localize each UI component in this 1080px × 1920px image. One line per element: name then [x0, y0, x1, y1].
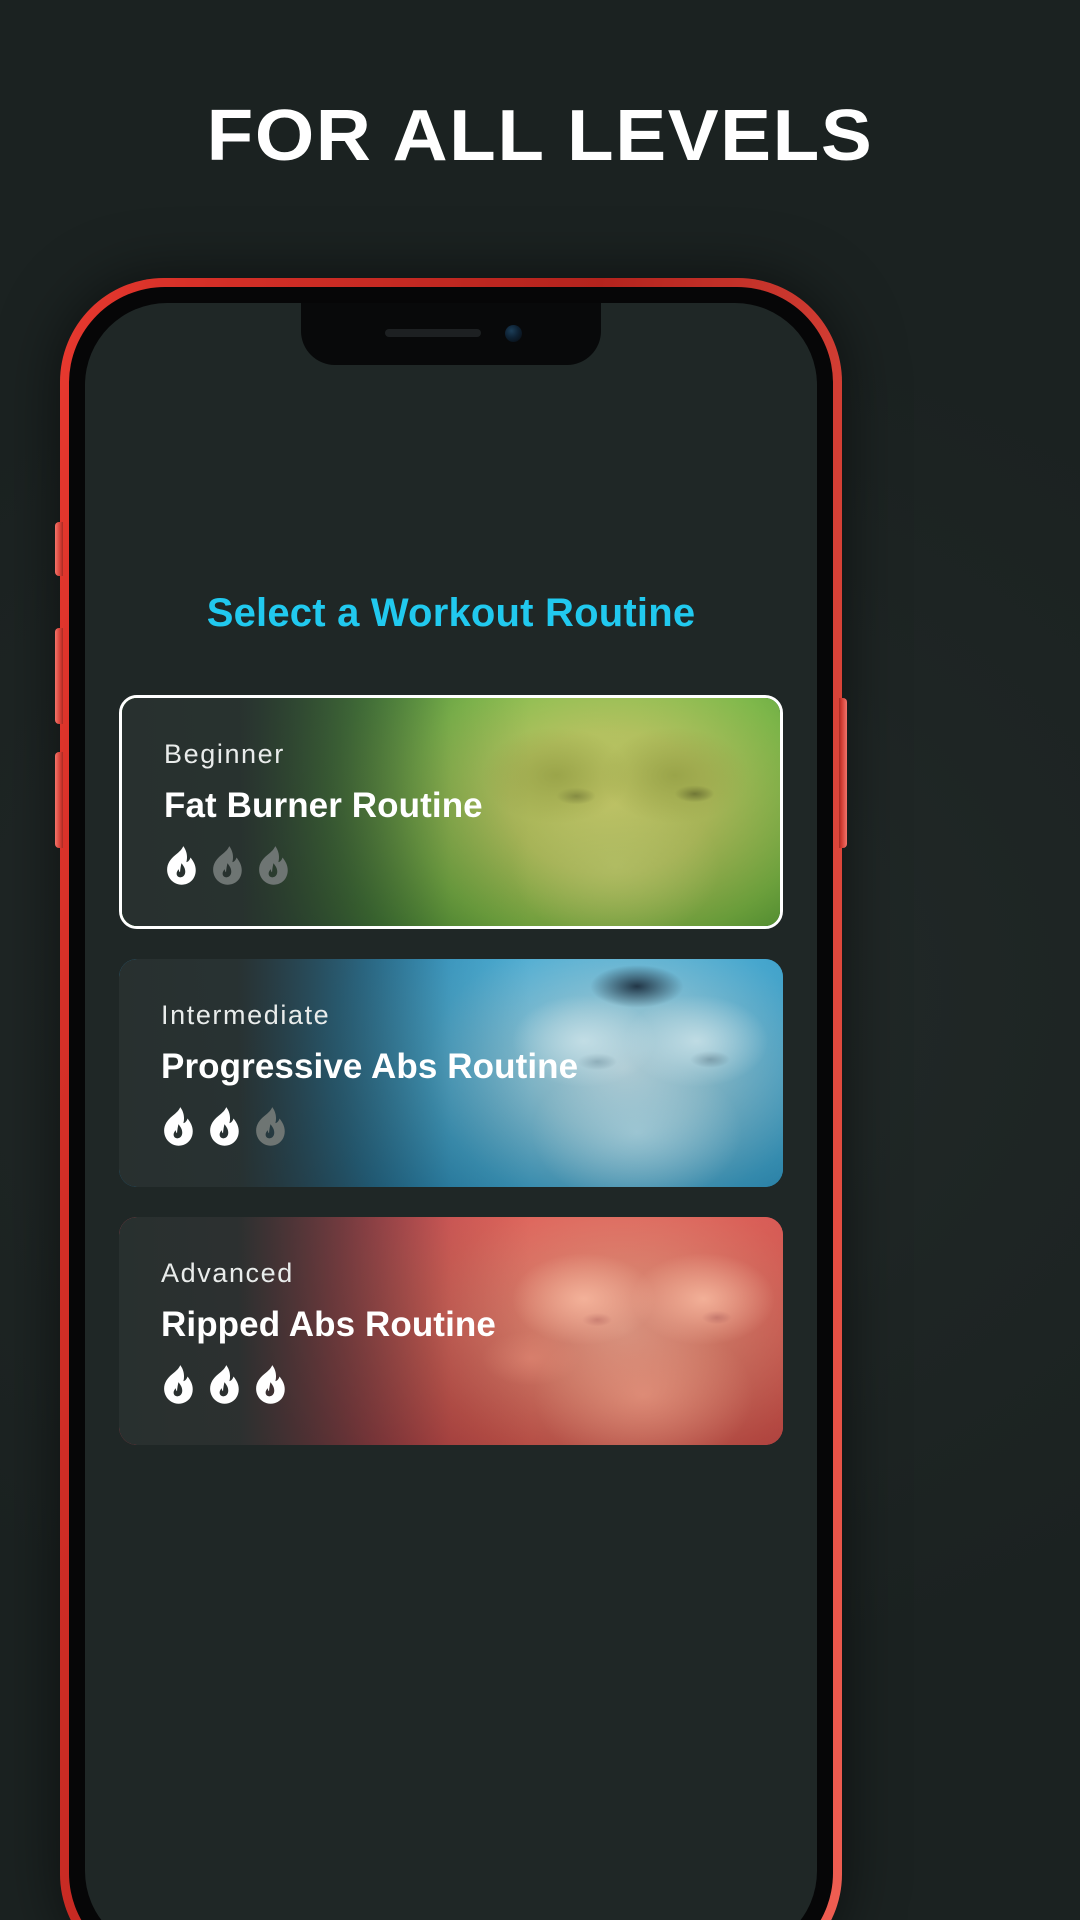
- routine-level-label: Beginner: [164, 738, 285, 769]
- flame-icon: [210, 845, 244, 886]
- routine-list: Beginner Fat Burner Routine Intermediate…: [119, 695, 783, 1475]
- routine-name-label: Fat Burner Routine: [164, 785, 483, 825]
- phone-bezel: Select a Workout Routine Beginner Fat Bu…: [69, 287, 833, 1920]
- front-camera-icon: [505, 325, 522, 342]
- flame-icon: [164, 845, 198, 886]
- routine-difficulty-flames: [161, 1364, 496, 1405]
- section-title: Select a Workout Routine: [206, 591, 696, 635]
- flame-icon: [207, 1364, 241, 1405]
- routine-card-text: Intermediate Progressive Abs Routine: [161, 959, 578, 1187]
- volume-up-button[interactable]: [55, 628, 63, 724]
- promo-screenshot: FOR ALL LEVELS Select a Workout Routine: [0, 0, 1080, 1920]
- power-button[interactable]: [839, 698, 847, 848]
- routine-level-label: Intermediate: [161, 999, 331, 1030]
- volume-down-button[interactable]: [55, 752, 63, 848]
- flame-icon: [256, 845, 290, 886]
- routine-difficulty-flames: [164, 845, 483, 886]
- flame-icon: [207, 1106, 241, 1147]
- speaker-grille-icon: [385, 329, 481, 337]
- flame-icon: [161, 1106, 195, 1147]
- page-headline: FOR ALL LEVELS: [206, 96, 874, 176]
- phone-notch: [301, 303, 601, 365]
- phone-screen: Select a Workout Routine Beginner Fat Bu…: [85, 303, 817, 1920]
- routine-card-text: Beginner Fat Burner Routine: [164, 698, 483, 926]
- routine-name-label: Ripped Abs Routine: [161, 1304, 496, 1344]
- routine-level-label: Advanced: [161, 1257, 294, 1288]
- routine-name-label: Progressive Abs Routine: [161, 1046, 579, 1086]
- routine-card-beginner[interactable]: Beginner Fat Burner Routine: [119, 695, 783, 929]
- routine-card-intermediate[interactable]: Intermediate Progressive Abs Routine: [119, 959, 783, 1187]
- routine-difficulty-flames: [161, 1106, 578, 1147]
- routine-card-advanced[interactable]: Advanced Ripped Abs Routine: [119, 1217, 783, 1445]
- routine-card-text: Advanced Ripped Abs Routine: [161, 1217, 496, 1445]
- silent-switch[interactable]: [55, 522, 63, 576]
- flame-icon: [253, 1106, 287, 1147]
- flame-icon: [161, 1364, 195, 1405]
- phone-device-frame: Select a Workout Routine Beginner Fat Bu…: [55, 278, 847, 1920]
- app-content: Select a Workout Routine Beginner Fat Bu…: [85, 303, 817, 1920]
- flame-icon: [253, 1364, 287, 1405]
